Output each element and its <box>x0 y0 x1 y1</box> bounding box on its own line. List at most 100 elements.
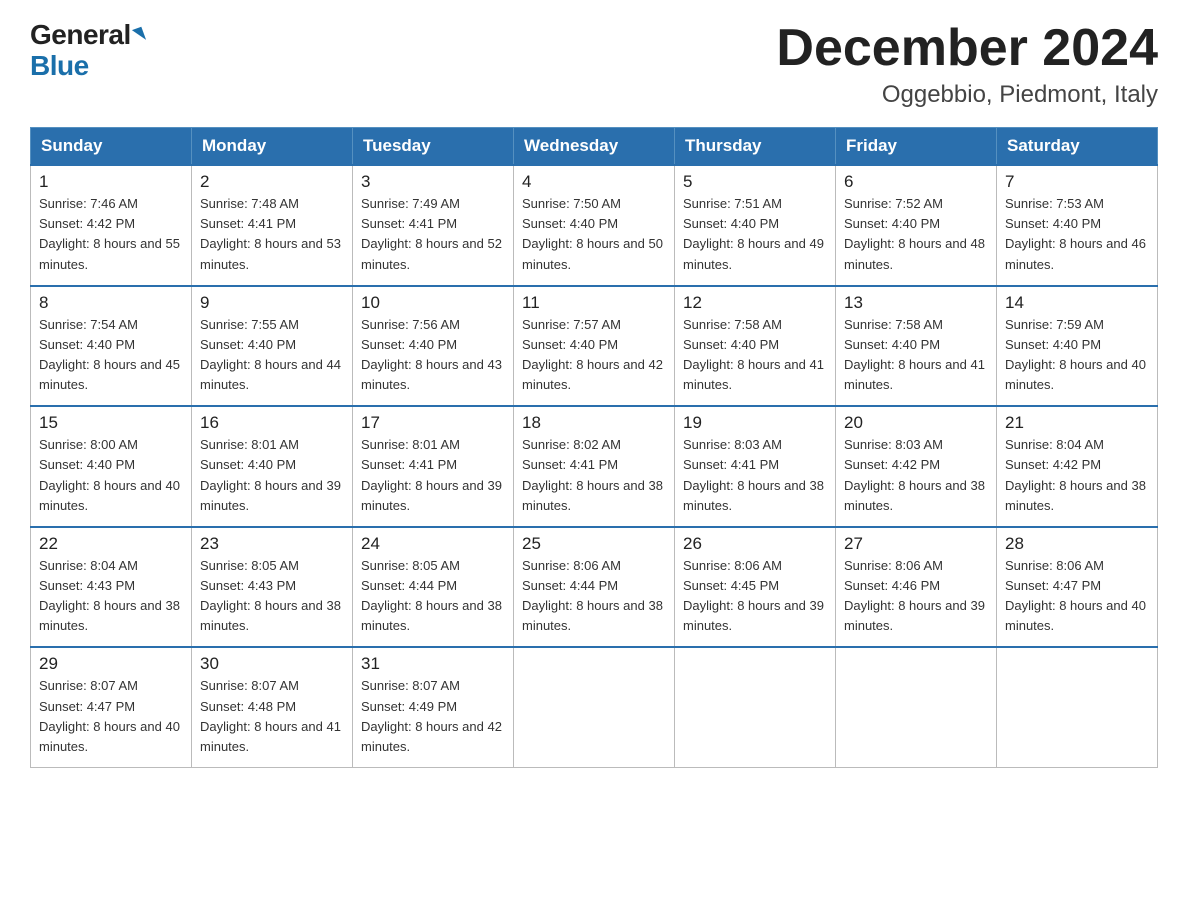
week-row-3: 15 Sunrise: 8:00 AMSunset: 4:40 PMDaylig… <box>31 406 1158 527</box>
calendar-cell: 14 Sunrise: 7:59 AMSunset: 4:40 PMDaylig… <box>997 286 1158 407</box>
day-number: 18 <box>522 413 666 433</box>
calendar-cell: 31 Sunrise: 8:07 AMSunset: 4:49 PMDaylig… <box>353 647 514 767</box>
calendar-cell: 10 Sunrise: 7:56 AMSunset: 4:40 PMDaylig… <box>353 286 514 407</box>
day-number: 11 <box>522 293 666 313</box>
day-number: 23 <box>200 534 344 554</box>
day-number: 24 <box>361 534 505 554</box>
day-info: Sunrise: 8:01 AMSunset: 4:41 PMDaylight:… <box>361 437 502 512</box>
calendar-cell <box>836 647 997 767</box>
day-info: Sunrise: 7:58 AMSunset: 4:40 PMDaylight:… <box>683 317 824 392</box>
calendar-cell: 2 Sunrise: 7:48 AMSunset: 4:41 PMDayligh… <box>192 165 353 286</box>
day-info: Sunrise: 7:49 AMSunset: 4:41 PMDaylight:… <box>361 196 502 271</box>
calendar-cell: 13 Sunrise: 7:58 AMSunset: 4:40 PMDaylig… <box>836 286 997 407</box>
day-number: 12 <box>683 293 827 313</box>
col-saturday: Saturday <box>997 128 1158 166</box>
day-number: 17 <box>361 413 505 433</box>
calendar-cell <box>675 647 836 767</box>
day-info: Sunrise: 7:53 AMSunset: 4:40 PMDaylight:… <box>1005 196 1146 271</box>
day-info: Sunrise: 8:07 AMSunset: 4:47 PMDaylight:… <box>39 678 180 753</box>
day-info: Sunrise: 8:04 AMSunset: 4:43 PMDaylight:… <box>39 558 180 633</box>
calendar-cell: 9 Sunrise: 7:55 AMSunset: 4:40 PMDayligh… <box>192 286 353 407</box>
calendar-cell: 21 Sunrise: 8:04 AMSunset: 4:42 PMDaylig… <box>997 406 1158 527</box>
day-info: Sunrise: 8:06 AMSunset: 4:44 PMDaylight:… <box>522 558 663 633</box>
col-thursday: Thursday <box>675 128 836 166</box>
calendar-cell: 28 Sunrise: 8:06 AMSunset: 4:47 PMDaylig… <box>997 527 1158 648</box>
day-number: 7 <box>1005 172 1149 192</box>
day-info: Sunrise: 8:04 AMSunset: 4:42 PMDaylight:… <box>1005 437 1146 512</box>
calendar-cell: 19 Sunrise: 8:03 AMSunset: 4:41 PMDaylig… <box>675 406 836 527</box>
day-number: 1 <box>39 172 183 192</box>
calendar-cell: 5 Sunrise: 7:51 AMSunset: 4:40 PMDayligh… <box>675 165 836 286</box>
day-info: Sunrise: 8:07 AMSunset: 4:49 PMDaylight:… <box>361 678 502 753</box>
day-number: 21 <box>1005 413 1149 433</box>
calendar-cell: 17 Sunrise: 8:01 AMSunset: 4:41 PMDaylig… <box>353 406 514 527</box>
day-info: Sunrise: 8:05 AMSunset: 4:43 PMDaylight:… <box>200 558 341 633</box>
day-number: 31 <box>361 654 505 674</box>
calendar-cell: 24 Sunrise: 8:05 AMSunset: 4:44 PMDaylig… <box>353 527 514 648</box>
logo-blue: Blue <box>30 51 89 82</box>
col-wednesday: Wednesday <box>514 128 675 166</box>
day-number: 29 <box>39 654 183 674</box>
calendar-cell: 22 Sunrise: 8:04 AMSunset: 4:43 PMDaylig… <box>31 527 192 648</box>
day-info: Sunrise: 7:56 AMSunset: 4:40 PMDaylight:… <box>361 317 502 392</box>
calendar-cell: 20 Sunrise: 8:03 AMSunset: 4:42 PMDaylig… <box>836 406 997 527</box>
day-info: Sunrise: 8:06 AMSunset: 4:45 PMDaylight:… <box>683 558 824 633</box>
calendar-table: Sunday Monday Tuesday Wednesday Thursday… <box>30 127 1158 768</box>
calendar-cell: 1 Sunrise: 7:46 AMSunset: 4:42 PMDayligh… <box>31 165 192 286</box>
calendar-cell: 7 Sunrise: 7:53 AMSunset: 4:40 PMDayligh… <box>997 165 1158 286</box>
calendar-cell: 29 Sunrise: 8:07 AMSunset: 4:47 PMDaylig… <box>31 647 192 767</box>
calendar-cell: 23 Sunrise: 8:05 AMSunset: 4:43 PMDaylig… <box>192 527 353 648</box>
day-info: Sunrise: 8:07 AMSunset: 4:48 PMDaylight:… <box>200 678 341 753</box>
title-block: December 2024 Oggebbio, Piedmont, Italy <box>776 20 1158 109</box>
calendar-cell: 8 Sunrise: 7:54 AMSunset: 4:40 PMDayligh… <box>31 286 192 407</box>
calendar-cell: 16 Sunrise: 8:01 AMSunset: 4:40 PMDaylig… <box>192 406 353 527</box>
day-number: 30 <box>200 654 344 674</box>
day-number: 25 <box>522 534 666 554</box>
calendar-cell: 4 Sunrise: 7:50 AMSunset: 4:40 PMDayligh… <box>514 165 675 286</box>
day-number: 14 <box>1005 293 1149 313</box>
day-number: 13 <box>844 293 988 313</box>
page-title: December 2024 <box>776 20 1158 77</box>
day-number: 4 <box>522 172 666 192</box>
page-subtitle: Oggebbio, Piedmont, Italy <box>776 81 1158 109</box>
calendar-cell: 30 Sunrise: 8:07 AMSunset: 4:48 PMDaylig… <box>192 647 353 767</box>
week-row-5: 29 Sunrise: 8:07 AMSunset: 4:47 PMDaylig… <box>31 647 1158 767</box>
calendar-cell: 3 Sunrise: 7:49 AMSunset: 4:41 PMDayligh… <box>353 165 514 286</box>
day-number: 20 <box>844 413 988 433</box>
calendar-cell <box>997 647 1158 767</box>
day-info: Sunrise: 7:55 AMSunset: 4:40 PMDaylight:… <box>200 317 341 392</box>
calendar-cell <box>514 647 675 767</box>
calendar-cell: 26 Sunrise: 8:06 AMSunset: 4:45 PMDaylig… <box>675 527 836 648</box>
calendar-header-row: Sunday Monday Tuesday Wednesday Thursday… <box>31 128 1158 166</box>
calendar-cell: 12 Sunrise: 7:58 AMSunset: 4:40 PMDaylig… <box>675 286 836 407</box>
day-info: Sunrise: 7:58 AMSunset: 4:40 PMDaylight:… <box>844 317 985 392</box>
logo-arrow-icon <box>132 27 146 44</box>
day-number: 10 <box>361 293 505 313</box>
calendar-cell: 25 Sunrise: 8:06 AMSunset: 4:44 PMDaylig… <box>514 527 675 648</box>
day-number: 28 <box>1005 534 1149 554</box>
col-sunday: Sunday <box>31 128 192 166</box>
day-number: 15 <box>39 413 183 433</box>
day-info: Sunrise: 8:02 AMSunset: 4:41 PMDaylight:… <box>522 437 663 512</box>
week-row-1: 1 Sunrise: 7:46 AMSunset: 4:42 PMDayligh… <box>31 165 1158 286</box>
week-row-4: 22 Sunrise: 8:04 AMSunset: 4:43 PMDaylig… <box>31 527 1158 648</box>
day-number: 19 <box>683 413 827 433</box>
calendar-cell: 11 Sunrise: 7:57 AMSunset: 4:40 PMDaylig… <box>514 286 675 407</box>
col-tuesday: Tuesday <box>353 128 514 166</box>
logo-general: General <box>30 20 131 51</box>
day-number: 22 <box>39 534 183 554</box>
day-info: Sunrise: 7:51 AMSunset: 4:40 PMDaylight:… <box>683 196 824 271</box>
day-info: Sunrise: 7:59 AMSunset: 4:40 PMDaylight:… <box>1005 317 1146 392</box>
day-info: Sunrise: 7:50 AMSunset: 4:40 PMDaylight:… <box>522 196 663 271</box>
day-info: Sunrise: 8:06 AMSunset: 4:46 PMDaylight:… <box>844 558 985 633</box>
col-monday: Monday <box>192 128 353 166</box>
page-header: General Blue December 2024 Oggebbio, Pie… <box>30 20 1158 109</box>
day-info: Sunrise: 8:05 AMSunset: 4:44 PMDaylight:… <box>361 558 502 633</box>
day-info: Sunrise: 7:57 AMSunset: 4:40 PMDaylight:… <box>522 317 663 392</box>
day-number: 8 <box>39 293 183 313</box>
calendar-cell: 27 Sunrise: 8:06 AMSunset: 4:46 PMDaylig… <box>836 527 997 648</box>
day-info: Sunrise: 7:46 AMSunset: 4:42 PMDaylight:… <box>39 196 180 271</box>
day-number: 6 <box>844 172 988 192</box>
day-number: 26 <box>683 534 827 554</box>
day-number: 27 <box>844 534 988 554</box>
